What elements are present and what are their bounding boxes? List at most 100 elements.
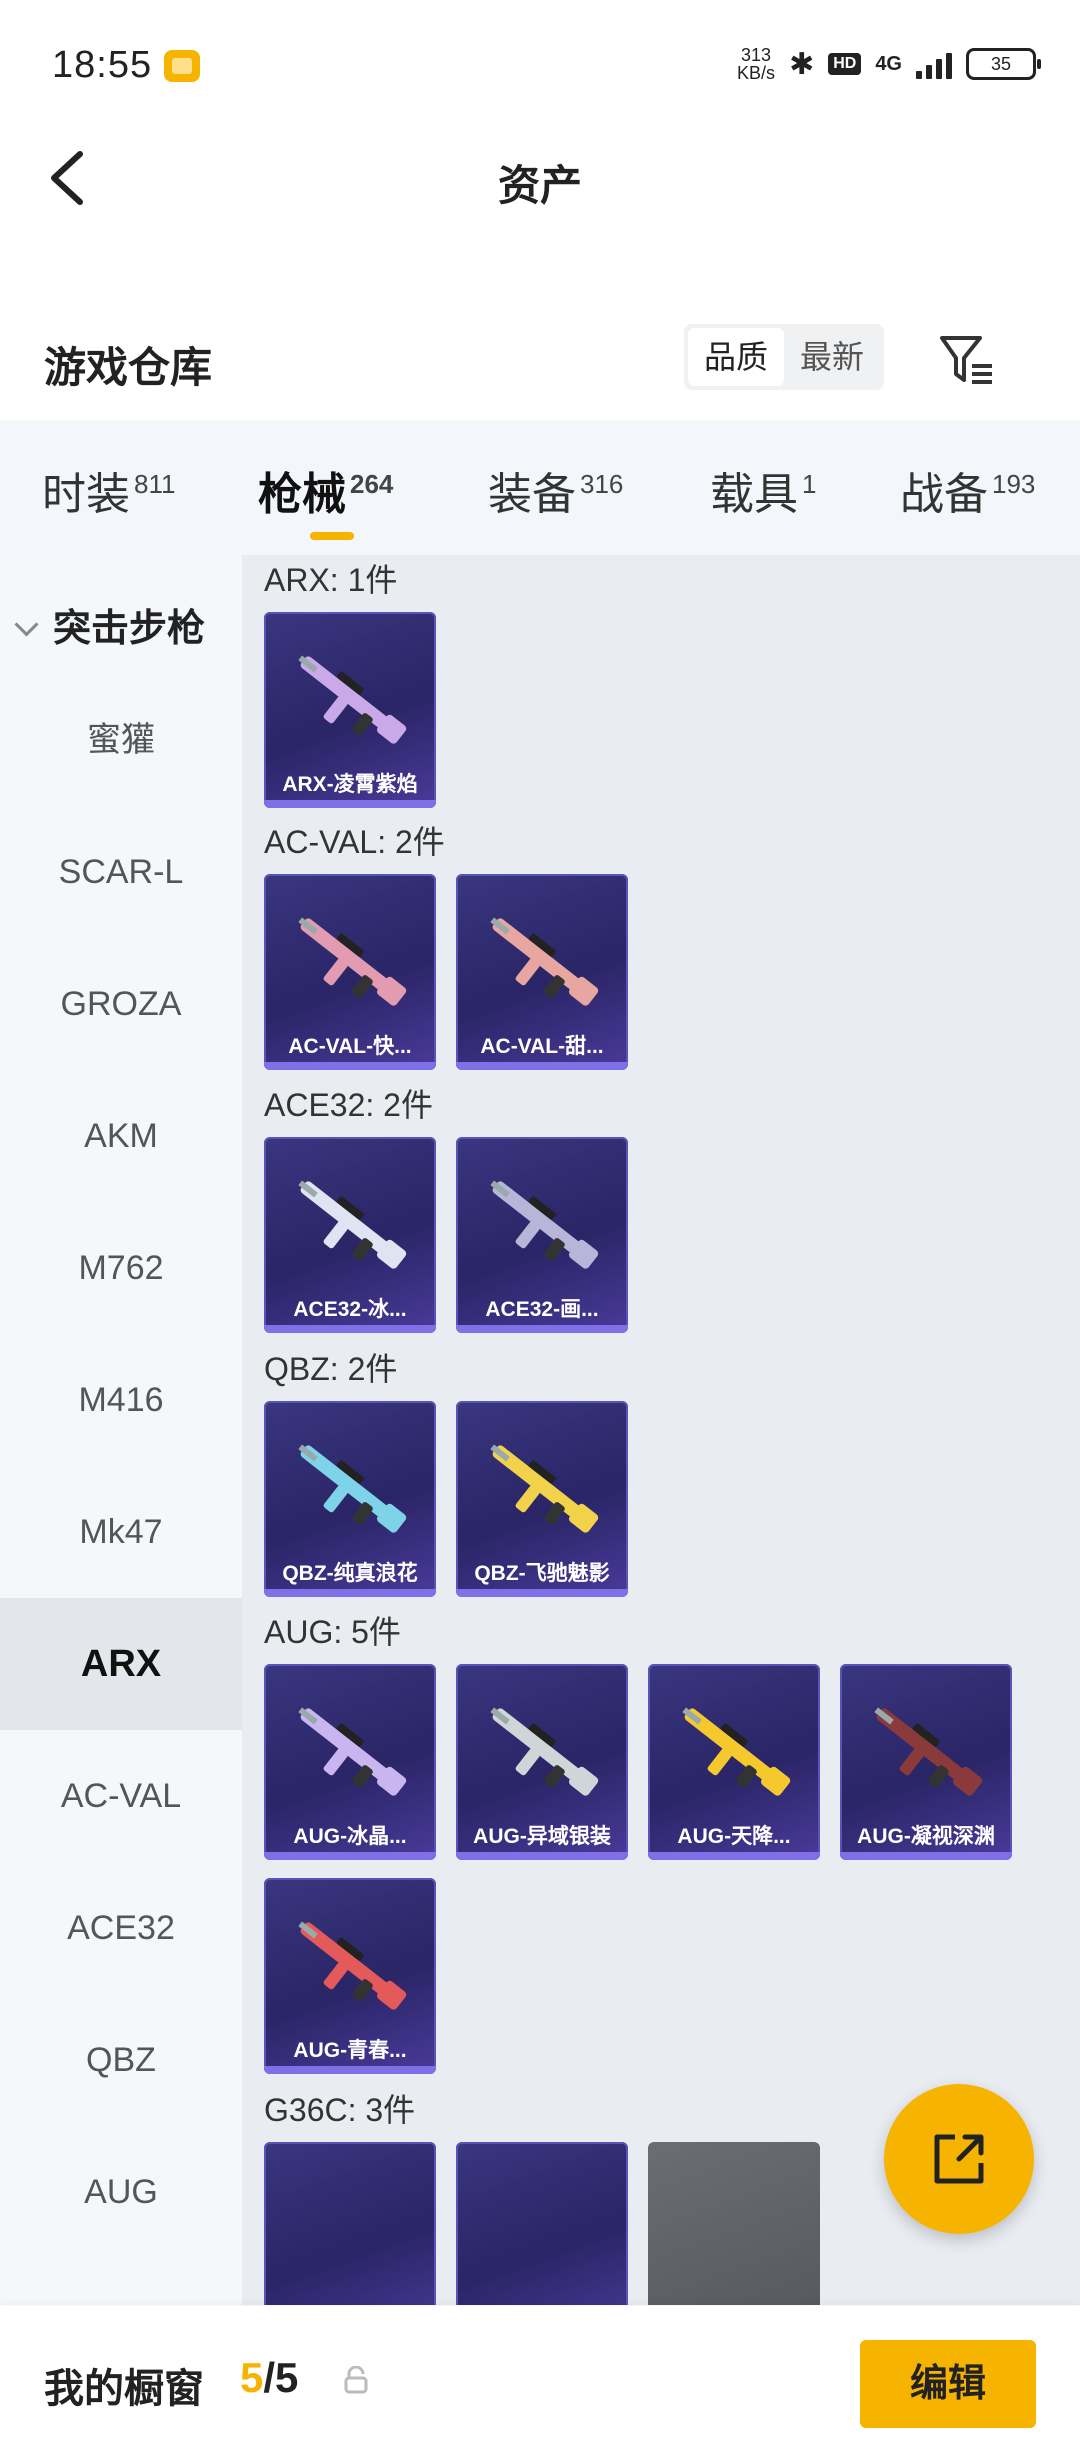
sidebar-item[interactable]: AKM: [0, 1070, 242, 1202]
rarity-strip: [648, 1852, 820, 1860]
item-card[interactable]: AC-VAL-快...: [264, 874, 436, 1070]
weapon-sidebar: 突击步枪 蜜獾 SCAR-L GROZA AKM M762 M416 Mk47 ARX AC-V…: [0, 555, 242, 2305]
sidebar-item[interactable]: ACE32: [0, 1862, 242, 1994]
sidebar-item[interactable]: SCAR-L: [0, 806, 242, 938]
item-card[interactable]: AUG-天降...: [648, 1664, 820, 1860]
rarity-strip: [264, 1062, 436, 1070]
sidebar-item[interactable]: GROZA: [0, 938, 242, 1070]
rifle-icon: [874, 1707, 983, 1796]
rifle-icon: [298, 1444, 407, 1533]
edit-button[interactable]: 编辑: [860, 2340, 1036, 2428]
rarity-strip: [456, 1062, 628, 1070]
tab-vehicles[interactable]: 载具 1: [710, 458, 816, 522]
rifle-icon: [298, 1921, 407, 2010]
item-card[interactable]: AUG-冰晶...: [264, 1664, 436, 1860]
group-title: ARX: 1件: [264, 562, 398, 598]
item-card[interactable]: AUG-异域银装: [456, 1664, 628, 1860]
rifle-icon: [298, 655, 407, 744]
rarity-strip: [456, 1852, 628, 1860]
item-card[interactable]: [456, 2142, 628, 2305]
net-speed-unit: KB/s: [737, 63, 776, 83]
item-name: QBZ-纯真浪花: [282, 1562, 418, 1585]
notification-icon: [164, 50, 200, 82]
item-name: ACE32-冰...: [293, 1298, 407, 1321]
rifle-icon: [298, 1707, 407, 1796]
tab-label: 载具: [710, 470, 798, 519]
item-card[interactable]: QBZ-飞驰魅影: [456, 1401, 628, 1597]
sidebar-item[interactable]: 蜜獾: [0, 674, 242, 806]
sidebar-item[interactable]: M416: [0, 1334, 242, 1466]
item-card[interactable]: ACE32-画...: [456, 1137, 628, 1333]
hd-badge: HD: [828, 53, 862, 75]
rifle-icon: [490, 917, 599, 1006]
tab-label: 装备: [488, 470, 576, 519]
rifle-icon: [298, 917, 407, 1006]
rifle-icon: [682, 1707, 791, 1796]
rarity-strip: [264, 1589, 436, 1597]
rifle-icon: [298, 1180, 407, 1269]
network-speed: 313 KB/s: [737, 46, 775, 82]
item-name: AUG-冰晶...: [293, 1825, 407, 1848]
item-card[interactable]: [648, 2142, 820, 2305]
rarity-strip: [264, 1325, 436, 1333]
export-icon: [934, 2134, 984, 2184]
sidebar-item[interactable]: AUG: [0, 2126, 242, 2258]
sort-latest-button[interactable]: 最新: [784, 328, 880, 386]
tab-supplies[interactable]: 战备 193: [900, 458, 1035, 522]
group-title: AUG: 5件: [264, 1614, 401, 1650]
top-nav: 资产: [0, 130, 1080, 230]
item-name: ARX-凌霄紫焰: [282, 773, 418, 796]
sidebar-group-assault-rifle[interactable]: 突击步枪: [14, 597, 206, 652]
sidebar-item[interactable]: ARX: [0, 1598, 242, 1730]
warehouse-title: 游戏仓库: [44, 344, 213, 391]
group-title: QBZ: 2件: [264, 1351, 398, 1387]
showcase-label: 我的橱窗: [44, 2367, 204, 2411]
tab-weapons[interactable]: 枪械 264: [258, 458, 393, 522]
sort-toggle: 品质 最新: [684, 324, 884, 390]
showcase-used: 5: [240, 2354, 264, 2401]
tab-equipment[interactable]: 装备 316: [488, 458, 623, 522]
category-tabs: 时装 811 枪械 264 装备 316 载具 1 战备 193: [0, 420, 1080, 555]
network-type: 4G: [875, 52, 902, 75]
item-card[interactable]: AUG-凝视深渊: [840, 1664, 1012, 1860]
item-name: AC-VAL-快...: [288, 1035, 412, 1058]
item-name: AUG-青春...: [293, 2039, 407, 2062]
item-card[interactable]: [264, 2142, 436, 2305]
group-title: G36C: 3件: [264, 2092, 416, 2128]
tab-label: 战备: [900, 470, 988, 519]
item-name: AUG-异域银装: [473, 1825, 611, 1848]
item-card[interactable]: ARX-凌霄紫焰: [264, 612, 436, 808]
sidebar-item[interactable]: QBZ: [0, 1994, 242, 2126]
page-title: 资产: [497, 162, 582, 209]
item-card[interactable]: AUG-青春...: [264, 1878, 436, 2074]
item-name: AC-VAL-甜...: [480, 1035, 604, 1058]
showcase-bar: 我的橱窗 5/5 编辑: [0, 2306, 1080, 2460]
tab-count: 1: [802, 469, 817, 500]
rifle-icon: [490, 1707, 599, 1796]
rifle-icon: [490, 1180, 599, 1269]
rifle-icon: [490, 1444, 599, 1533]
share-button[interactable]: [884, 2084, 1034, 2234]
net-speed-value: 313: [741, 45, 772, 65]
filter-icon[interactable]: [936, 330, 996, 390]
rarity-strip: [456, 1589, 628, 1597]
status-bar: 18:55 313 KB/s ✱ HD 4G 35: [0, 0, 1080, 140]
sidebar-item[interactable]: AC-VAL: [0, 1730, 242, 1862]
group-title: AC-VAL: 2件: [264, 824, 445, 860]
item-card[interactable]: ACE32-冰...: [264, 1137, 436, 1333]
tab-count: 264: [350, 469, 394, 500]
tab-count: 193: [992, 469, 1036, 500]
item-card[interactable]: QBZ-纯真浪花: [264, 1401, 436, 1597]
item-card[interactable]: AC-VAL-甜...: [456, 874, 628, 1070]
item-name: QBZ-飞驰魅影: [474, 1562, 610, 1585]
tab-label: 枪械: [258, 470, 346, 519]
item-name: ACE32-画...: [485, 1298, 599, 1321]
tab-count: 316: [580, 469, 624, 500]
rarity-strip: [264, 800, 436, 808]
sort-quality-button[interactable]: 品质: [688, 328, 784, 386]
sidebar-item[interactable]: M762: [0, 1202, 242, 1334]
tab-fashion[interactable]: 时装 811: [42, 458, 175, 522]
rarity-strip: [264, 2066, 436, 2074]
sidebar-group-label: 突击步枪: [53, 608, 206, 650]
sidebar-item[interactable]: Mk47: [0, 1466, 242, 1598]
